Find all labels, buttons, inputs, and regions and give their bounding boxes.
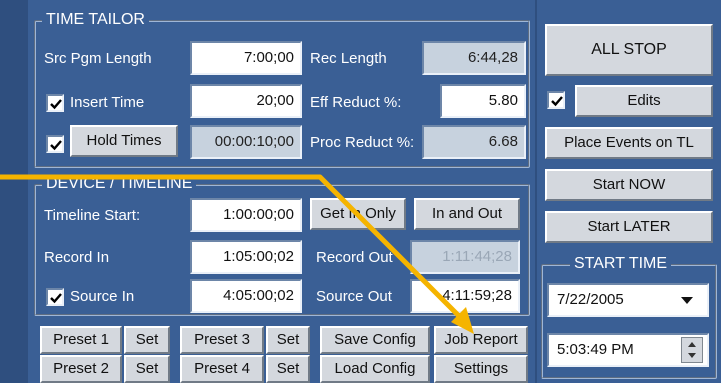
annotation-arrow-line [0,174,465,322]
annotation-arrow [0,174,474,334]
